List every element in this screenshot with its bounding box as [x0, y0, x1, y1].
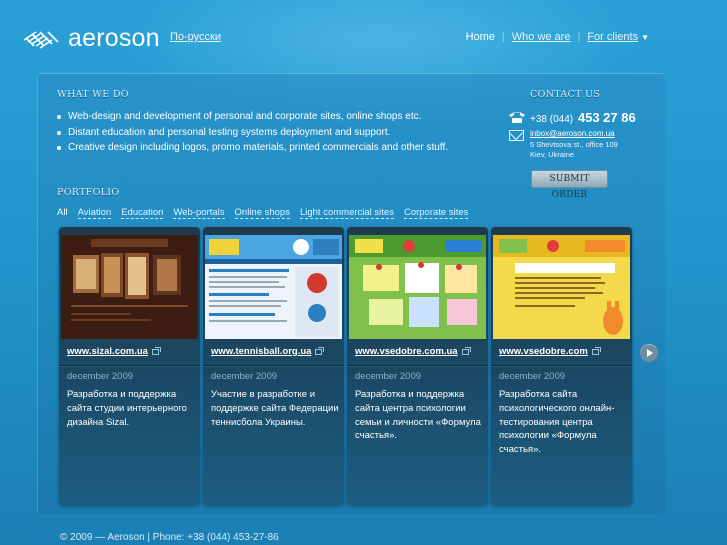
card-date: december 2009: [211, 371, 278, 382]
card-link[interactable]: www.sizal.com.ua: [67, 346, 148, 357]
card-date: december 2009: [355, 371, 422, 382]
phone-number: +38 (044) 453 27 86: [530, 110, 636, 125]
card-link[interactable]: www.vsedobre.com: [499, 346, 588, 357]
nav-home[interactable]: Home: [466, 31, 495, 43]
phone-prefix: +38 (044): [530, 114, 574, 125]
filter-all[interactable]: All: [57, 207, 68, 219]
logo-mark-icon: [23, 30, 59, 49]
external-link-icon[interactable]: [461, 346, 471, 355]
card-description: Участие в разработке и поддержке сайта Ф…: [211, 389, 339, 428]
what-we-do-title: WHAT WE DO: [57, 89, 129, 100]
portfolio-card[interactable]: www.sizal.com.ua december 2009 Разработк…: [59, 227, 200, 505]
email-link[interactable]: inbox@aeroson.com.ua: [530, 129, 615, 138]
list-item: Distant education and personal testing s…: [57, 125, 448, 141]
site-thumbnail[interactable]: [205, 235, 342, 339]
site-thumbnail[interactable]: [349, 235, 486, 339]
filter-corporate[interactable]: Corporate sites: [403, 207, 469, 219]
portfolio-card[interactable]: www.tennisball.org.ua december 2009 Учас…: [203, 227, 344, 505]
card-description: Разработка и поддержка сайта студии инте…: [67, 389, 187, 428]
next-arrow-icon[interactable]: [640, 344, 658, 362]
portfolio-card[interactable]: www.vsedobre.com.ua december 2009 Разраб…: [347, 227, 488, 505]
site-thumbnail[interactable]: [61, 235, 198, 339]
phone-main: 453 27 86: [577, 110, 636, 125]
card-link-row: www.vsedobre.com: [499, 346, 601, 357]
portfolio-filters: All Aviation Education Web-portals Onlin…: [57, 207, 478, 219]
language-link[interactable]: По-русски: [170, 31, 221, 43]
card-date: december 2009: [67, 371, 134, 382]
card-divider: [59, 365, 200, 366]
list-item: Creative design including logos, promo m…: [57, 140, 448, 156]
contact-title: CONTACT US: [530, 89, 601, 100]
card-divider: [347, 365, 488, 366]
card-description: Разработка сайта психологического онлайн…: [499, 389, 615, 456]
submit-order-button[interactable]: SUBMIT ORDER: [531, 170, 608, 200]
portfolio-card[interactable]: www.vsedobre.com december 2009 Разработк…: [491, 227, 632, 505]
card-link-row: www.vsedobre.com.ua: [355, 346, 471, 357]
nav-separator: |: [577, 31, 581, 43]
logo[interactable]: aeroson: [22, 24, 160, 53]
card-link-row: www.tennisball.org.ua: [211, 346, 325, 357]
filter-aviation[interactable]: Aviation: [77, 207, 112, 219]
card-description: Разработка и поддержка сайта центра псих…: [355, 389, 481, 442]
nav-for-clients[interactable]: For clients: [587, 31, 638, 43]
what-we-do-list: Web-design and development of personal a…: [57, 109, 448, 156]
filter-web-portals[interactable]: Web-portals: [173, 207, 225, 219]
top-navigation: Home | Who we are | For clients ▼: [466, 31, 649, 43]
chevron-down-icon: ▼: [641, 32, 649, 42]
portfolio-title: PORTFOLIO: [57, 187, 120, 198]
filter-education[interactable]: Education: [121, 207, 164, 219]
site-thumbnail[interactable]: [493, 235, 630, 339]
card-link[interactable]: www.vsedobre.com.ua: [355, 346, 458, 357]
address-line: Kiev, Ukraine: [530, 150, 575, 159]
nav-separator: |: [501, 31, 505, 43]
mail-icon: [509, 130, 524, 141]
external-link-icon[interactable]: [151, 346, 161, 355]
nav-who-we-are[interactable]: Who we are: [512, 31, 571, 43]
address: 5 Shevtsova st., office 109 Kiev, Ukrain…: [530, 140, 640, 160]
external-link-icon[interactable]: [591, 346, 601, 355]
address-line: 5 Shevtsova st., office 109: [530, 140, 618, 149]
list-item: Web-design and development of personal a…: [57, 109, 448, 125]
phone-icon: [509, 112, 525, 123]
card-divider: [491, 365, 632, 366]
card-link[interactable]: www.tennisball.org.ua: [211, 346, 311, 357]
filter-online-shops[interactable]: Online shops: [234, 207, 290, 219]
card-divider: [203, 365, 344, 366]
external-link-icon[interactable]: [315, 346, 325, 355]
card-date: december 2009: [499, 371, 566, 382]
logo-text: aeroson: [68, 24, 160, 52]
filter-light-commercial[interactable]: Light commercial sites: [299, 207, 394, 219]
card-link-row: www.sizal.com.ua: [67, 346, 161, 357]
footer-text: © 2009 — Aeroson | Phone: +38 (044) 453-…: [60, 532, 279, 543]
